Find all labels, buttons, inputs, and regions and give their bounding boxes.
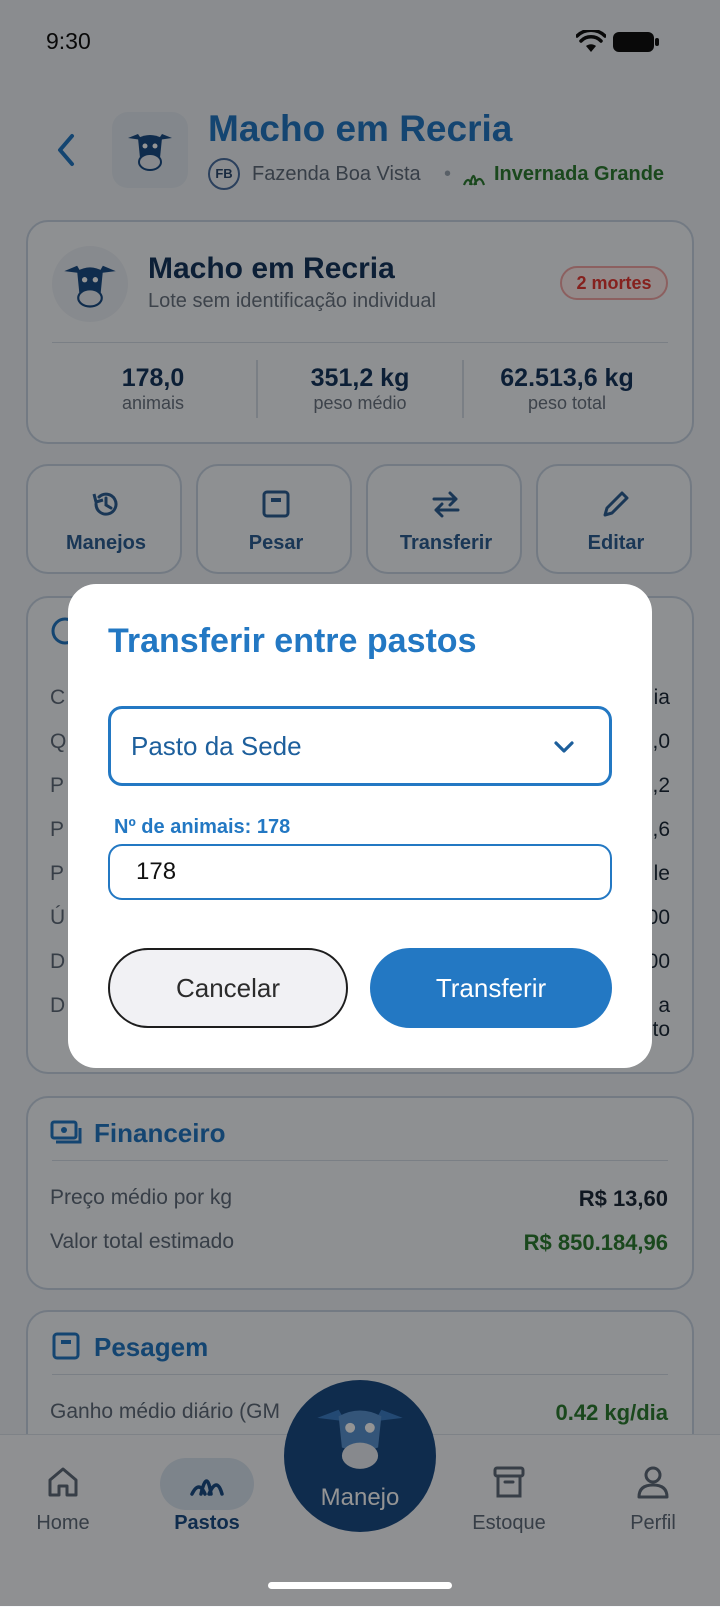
animal-count-input[interactable]: 178 <box>108 844 612 900</box>
animal-count-label: Nº de animais: 178 <box>114 816 291 838</box>
home-indicator[interactable] <box>268 1582 452 1589</box>
transfer-dialog: Transferir entre pastos Pasto da Sede Nº… <box>68 584 652 1068</box>
confirm-transfer-button[interactable]: Transferir <box>370 948 612 1028</box>
pasture-select-value: Pasto da Sede <box>131 731 302 761</box>
pasture-select[interactable]: Pasto da Sede <box>108 706 612 786</box>
chevron-down-icon <box>554 741 574 753</box>
dialog-title: Transferir entre pastos <box>108 622 477 660</box>
cancel-button[interactable]: Cancelar <box>108 948 348 1028</box>
